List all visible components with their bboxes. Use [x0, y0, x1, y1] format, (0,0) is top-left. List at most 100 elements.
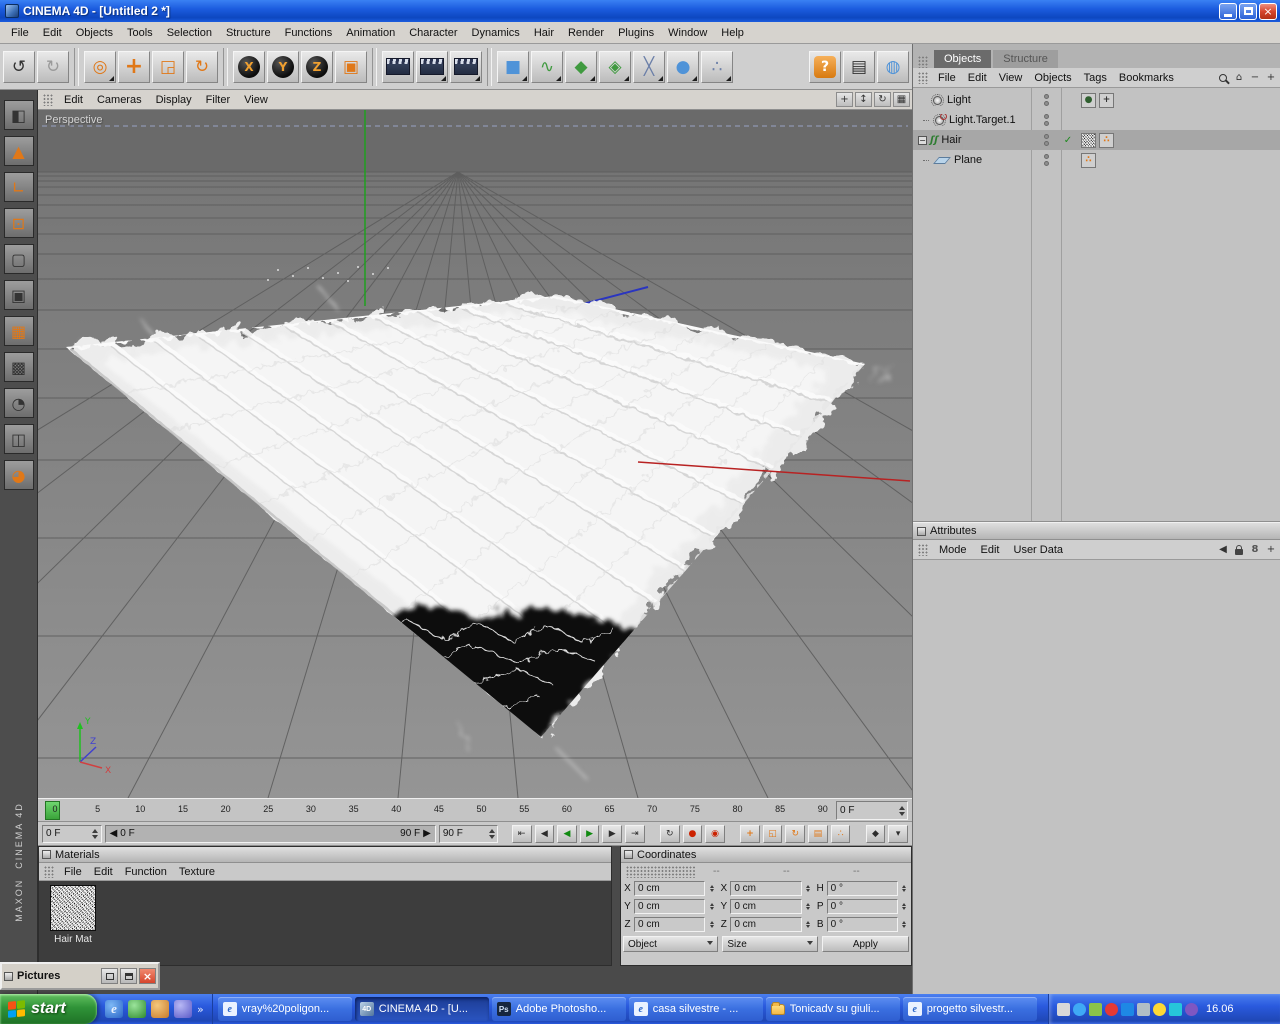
coordinates-titlebar[interactable]: Coordinates [621, 847, 911, 863]
expression-tag-icon[interactable]: ● [1081, 92, 1096, 108]
powerslider-options-button[interactable]: ▾ [888, 824, 908, 843]
spinner-down-icon[interactable] [488, 834, 495, 842]
menu-file[interactable]: File [4, 25, 36, 41]
model-mode-button[interactable]: ▲ [3, 136, 34, 166]
next-frame-button[interactable]: ▶ [602, 824, 623, 843]
preview-range-slider[interactable]: ◀ 0 F 90 F ▶ [104, 824, 436, 843]
autokey-button[interactable]: ◉ [705, 824, 725, 843]
om-menu-edit[interactable]: Edit [962, 71, 993, 85]
rot-b-field[interactable]: 0 ° [826, 917, 898, 932]
end-frame-spinner[interactable] [486, 826, 497, 842]
viewport-menu-edit[interactable]: Edit [57, 93, 90, 107]
media-player-icon[interactable] [151, 1000, 169, 1018]
editor-visibility-dot[interactable] [1043, 94, 1049, 99]
end-frame-value[interactable]: 90 F [440, 826, 487, 842]
home-icon[interactable]: ⌂ [1232, 71, 1246, 85]
menu-hair[interactable]: Hair [527, 25, 561, 41]
size-y-field[interactable]: 0 cm [730, 899, 802, 914]
start-frame-value[interactable]: 0 F [43, 826, 90, 842]
lock-z-axis-button[interactable]: Z [301, 50, 333, 83]
spinner-up-icon[interactable] [92, 826, 99, 833]
panel-grip[interactable] [918, 71, 929, 84]
end-frame-field[interactable]: 90 F [438, 824, 499, 843]
target-tag-icon[interactable]: + [1099, 92, 1114, 108]
om-menu-view[interactable]: View [993, 71, 1029, 85]
menu-structure[interactable]: Structure [219, 25, 278, 41]
perspective-viewport[interactable]: Y Z X Perspective [38, 110, 912, 798]
panel-grip[interactable] [44, 865, 55, 878]
material-item[interactable]: Hair Mat [45, 885, 101, 961]
quick-launch-overflow-icon[interactable]: » [197, 1003, 204, 1016]
panel-grip[interactable] [918, 56, 929, 68]
viewport-menu-cameras[interactable]: Cameras [90, 93, 149, 107]
attr-menu-mode[interactable]: Mode [932, 542, 974, 558]
object-row-light[interactable]: Light ● + [913, 90, 1280, 110]
new-panel-icon[interactable]: + [1264, 543, 1278, 557]
render-visibility-dot[interactable] [1043, 161, 1049, 166]
point-mode-button[interactable]: ⊡ [3, 208, 34, 238]
frame-spinner[interactable] [896, 802, 907, 819]
maximize-window-button[interactable] [120, 968, 137, 984]
menu-selection[interactable]: Selection [160, 25, 219, 41]
texture-mode-button[interactable]: ▦ [3, 316, 34, 346]
close-button[interactable]: × [1259, 2, 1277, 20]
taskbar-button-casa-silvestre[interactable]: e casa silvestre - ... [628, 997, 763, 1021]
materials-menu-edit[interactable]: Edit [88, 865, 119, 879]
start-button[interactable]: start [0, 994, 97, 1024]
spinner-up-icon[interactable] [488, 826, 495, 833]
scale-tool-button[interactable]: ◲ [152, 50, 184, 83]
timeline-ruler[interactable]: 0 5 10 15 20 25 30 35 40 45 50 55 60 65 … [38, 798, 912, 822]
help-button[interactable]: ? [809, 50, 841, 83]
rot-p-field[interactable]: 0 ° [826, 899, 898, 914]
polygon-mode-button[interactable]: ▣ [3, 280, 34, 310]
spinner-up-icon[interactable] [898, 803, 905, 810]
undo-button[interactable]: ↺ [3, 50, 35, 83]
taskbar-button-progetto[interactable]: e progetto silvestr... [902, 997, 1037, 1021]
size-dropdown[interactable]: Size [722, 936, 818, 952]
rot-p-spinner[interactable] [900, 899, 909, 914]
materials-menu-texture[interactable]: Texture [173, 865, 221, 879]
loop-playback-button[interactable]: ↻ [659, 824, 680, 843]
viewport-label[interactable]: Perspective [45, 114, 102, 126]
pos-z-spinner[interactable] [707, 917, 716, 932]
pos-x-spinner[interactable] [707, 881, 716, 896]
tray-update-icon[interactable] [1089, 1002, 1102, 1016]
panel-grip[interactable] [626, 865, 696, 878]
toggle-views-icon[interactable]: ▦ [893, 92, 910, 107]
record-keyframe-button[interactable]: ● [682, 824, 703, 843]
tray-scanner-icon[interactable] [1169, 1002, 1182, 1016]
menu-render[interactable]: Render [561, 25, 611, 41]
add-deformer-button[interactable]: ╳ [633, 50, 665, 83]
spinner-down-icon[interactable] [92, 834, 99, 842]
material-thumbnail[interactable] [50, 885, 96, 931]
tray-display-icon[interactable] [1057, 1002, 1070, 1016]
coordinate-system-button[interactable]: ▣ [335, 50, 367, 83]
search-icon[interactable] [1216, 71, 1230, 85]
pos-z-field[interactable]: 0 cm [634, 917, 706, 932]
rotate-tool-button[interactable]: ↻ [186, 50, 218, 83]
start-frame-spinner[interactable] [90, 826, 101, 842]
size-z-field[interactable]: 0 cm [730, 917, 802, 932]
menu-tools[interactable]: Tools [120, 25, 160, 41]
keyframe-selection-button[interactable]: ◆ [865, 824, 886, 843]
object-axis-mode-button[interactable]: ∟ [3, 172, 34, 202]
render-visibility-dot[interactable] [1043, 121, 1049, 126]
hair-material-tag-icon[interactable] [1081, 132, 1096, 148]
taskbar-clock[interactable]: 16.06 [1206, 1003, 1234, 1015]
pos-y-field[interactable]: 0 cm [634, 899, 706, 914]
internet-explorer-icon[interactable]: e [105, 1000, 123, 1018]
collapse-all-icon[interactable]: − [1248, 71, 1262, 85]
viewport-menu-display[interactable]: Display [149, 93, 199, 107]
menu-dynamics[interactable]: Dynamics [465, 25, 527, 41]
rot-b-spinner[interactable] [900, 917, 909, 932]
render-visibility-dot[interactable] [1043, 141, 1049, 146]
pictures-window[interactable]: Pictures × [0, 962, 160, 990]
record-scale-toggle[interactable]: ◱ [762, 824, 783, 843]
taskbar-button-cinema4d[interactable]: 4D CINEMA 4D - [U... [354, 997, 489, 1021]
range-left-arrow-icon[interactable]: ◀ [110, 828, 118, 839]
collapse-icon[interactable]: − [918, 135, 927, 145]
rotate-view-icon[interactable]: ↻ [874, 92, 891, 107]
pan-view-icon[interactable]: + [836, 92, 853, 107]
taskbar-button-tonicadv[interactable]: Tonicadv su giuli... [765, 997, 900, 1021]
enable-check[interactable]: ✓ [1061, 135, 1075, 146]
